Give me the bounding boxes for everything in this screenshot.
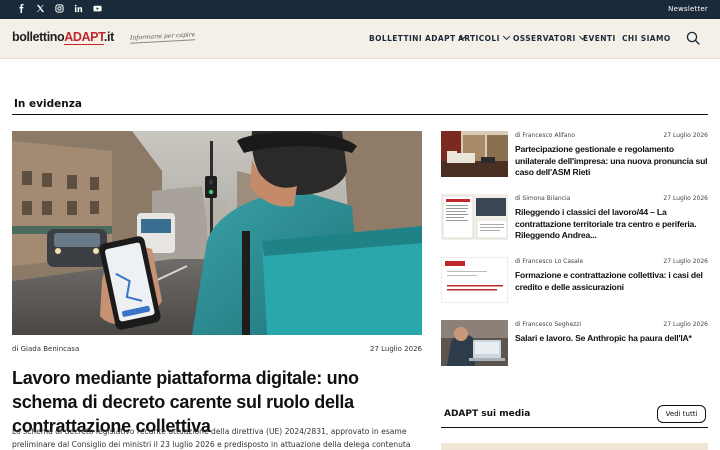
article-author[interactable]: di Francesco Seghezzi	[515, 321, 581, 328]
chevron-down-icon	[502, 32, 510, 41]
nav-osservatori[interactable]: OSSERVATORI	[513, 32, 586, 46]
featured-author[interactable]: di Giada Benincasa	[12, 345, 79, 353]
section-title: In evidenza	[14, 98, 82, 110]
article-title[interactable]: Rileggendo i classici del lavoro/44 – La…	[515, 207, 708, 242]
site-header: bollettinoADAPT.it Informarsi per capire…	[0, 19, 720, 59]
article-author[interactable]: di Simona Bilancia	[515, 195, 570, 202]
media-section-title: ADAPT sui media	[444, 409, 531, 419]
nav-chi-siamo[interactable]: CHI SIAMO	[622, 34, 671, 46]
article-title[interactable]: Formazione e contrattazione collettiva: …	[515, 270, 708, 293]
article-date: 27 Luglio 2026	[663, 195, 708, 202]
logo-prefix: bollettino	[12, 30, 65, 44]
nav-articoli[interactable]: ARTICOLI	[458, 32, 510, 46]
top-bar: Newsletter	[0, 0, 720, 19]
nav-label: BOLLETTINI ADAPT	[369, 34, 456, 43]
article-title[interactable]: Salari e lavoro. Se Anthropic ha paura d…	[515, 333, 708, 345]
article-date: 27 Luglio 2026	[663, 132, 708, 139]
instagram-icon[interactable]	[53, 3, 65, 15]
article-date: 27 Luglio 2026	[663, 321, 708, 328]
section-divider	[12, 114, 708, 115]
nav-bollettini-adapt[interactable]: BOLLETTINI ADAPT	[369, 32, 466, 46]
logo-tagline: Informarsi per capire	[129, 31, 196, 44]
article-author[interactable]: di Francesco Alifano	[515, 132, 575, 139]
nav-label: ARTICOLI	[458, 34, 500, 43]
article-author[interactable]: di Francesco Lo Casale	[515, 258, 583, 265]
logo-brand: ADAPT	[64, 30, 104, 45]
featured-date: 27 Luglio 2026	[369, 345, 422, 353]
linkedin-icon[interactable]	[72, 3, 84, 15]
nav-label: EVENTI	[583, 34, 616, 43]
side-article: di Simona Bilancia 27 Luglio 2026 Rilegg…	[441, 194, 708, 244]
logo-suffix: .it	[103, 30, 114, 44]
article-thumbnail[interactable]	[441, 320, 508, 366]
featured-image[interactable]	[12, 131, 422, 335]
view-all-button[interactable]: Vedi tutti	[657, 405, 706, 423]
side-article: di Francesco Alifano 27 Luglio 2026 Part…	[441, 131, 708, 181]
article-thumbnail[interactable]	[441, 131, 508, 177]
side-article: di Francesco Seghezzi 27 Luglio 2026 Sal…	[441, 320, 708, 370]
article-date: 27 Luglio 2026	[663, 258, 708, 265]
article-thumbnail[interactable]	[441, 257, 508, 303]
x-twitter-icon[interactable]	[34, 3, 46, 15]
search-icon[interactable]	[686, 31, 700, 45]
article-title[interactable]: Partecipazione gestionale e regolamento …	[515, 144, 708, 179]
media-divider	[441, 427, 708, 428]
nav-label: CHI SIAMO	[622, 34, 671, 43]
facebook-icon[interactable]	[15, 3, 27, 15]
newsletter-link[interactable]: Newsletter	[668, 5, 708, 13]
youtube-icon[interactable]	[91, 3, 103, 15]
site-logo[interactable]: bollettinoADAPT.it	[12, 30, 114, 45]
featured-excerpt: Lo schema di decreto legislativo recante…	[12, 427, 411, 449]
side-article: di Francesco Lo Casale 27 Luglio 2026 Fo…	[441, 257, 708, 307]
media-card[interactable]	[441, 443, 708, 450]
article-thumbnail[interactable]	[441, 194, 508, 240]
nav-label: OSSERVATORI	[513, 34, 576, 43]
nav-eventi[interactable]: EVENTI	[583, 34, 616, 46]
